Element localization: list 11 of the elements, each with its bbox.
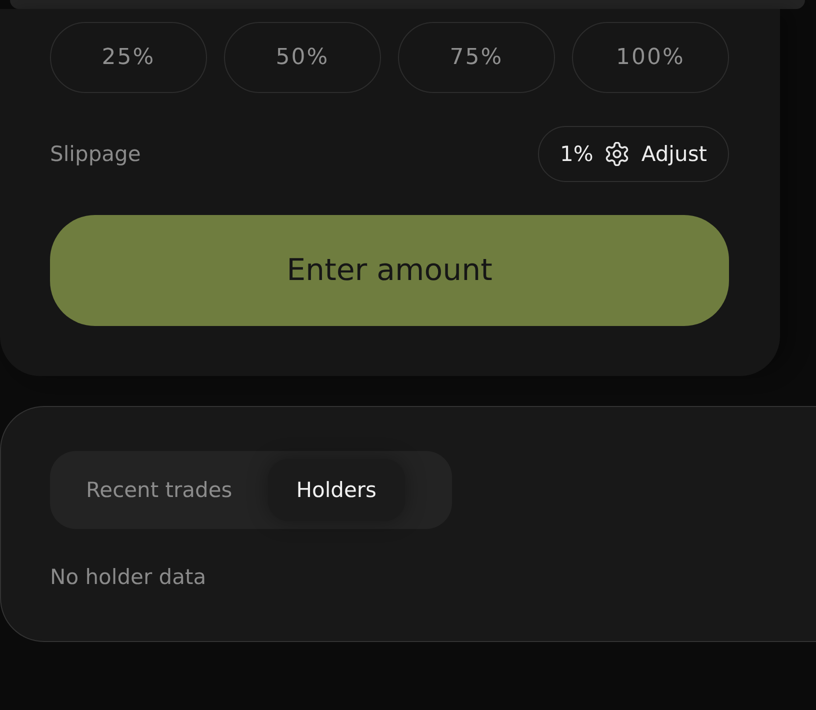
percent-button[interactable]: 75%	[398, 22, 555, 93]
empty-message: No holder data	[50, 565, 208, 589]
gear-icon	[605, 142, 630, 166]
percent-button[interactable]: 50%	[224, 22, 381, 93]
enter-amount-button[interactable]: Enter amount	[50, 215, 729, 326]
tab[interactable]: Recent trades	[58, 459, 260, 521]
percent-button[interactable]: 100%	[572, 22, 729, 93]
tab[interactable]: Holders	[268, 459, 404, 521]
slippage-adjust-button[interactable]: 1% Adjust	[538, 126, 729, 182]
slippage-label: Slippage	[50, 142, 141, 166]
percent-button[interactable]: 25%	[50, 22, 207, 93]
